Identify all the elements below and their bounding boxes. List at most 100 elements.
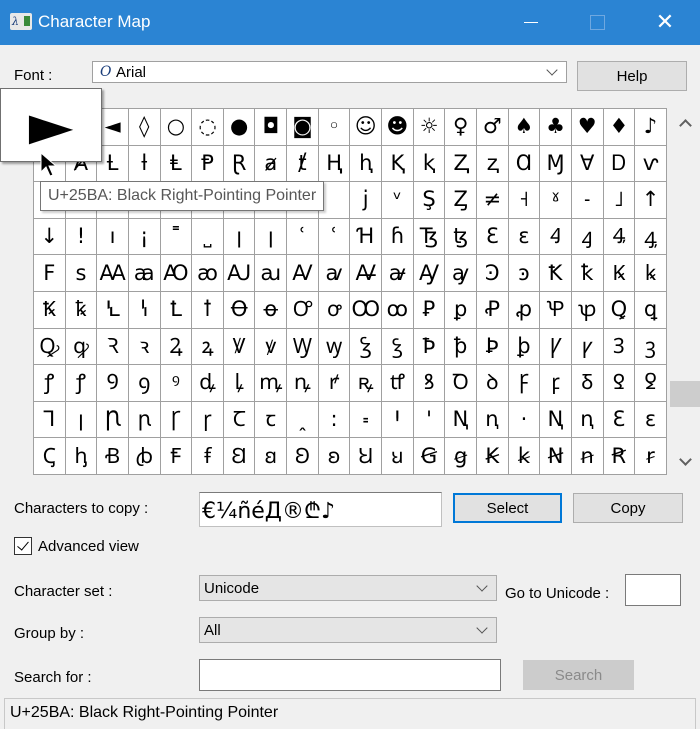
character-cell[interactable]: ɛ: [508, 218, 541, 256]
character-cell[interactable]: ꞣ: [508, 438, 541, 475]
copy-button[interactable]: Copy: [573, 493, 683, 523]
character-cell[interactable]: Ꞛ: [223, 438, 256, 475]
character-cell[interactable]: Ꝏ: [350, 291, 383, 329]
character-cell[interactable]: ꝺ: [476, 365, 509, 402]
character-cell[interactable]: Ꜷ: [223, 255, 256, 292]
character-cell[interactable]: Ꝅ: [34, 291, 66, 329]
character-cell[interactable]: Ɦ: [350, 218, 383, 256]
character-cell[interactable]: Ꝟ: [223, 328, 256, 366]
character-cell[interactable]: ⱱ: [635, 145, 667, 183]
character-cell[interactable]: ꜹ: [318, 255, 351, 292]
character-cell[interactable]: ↓: [34, 218, 66, 256]
character-cell[interactable]: Ꜽ: [413, 255, 446, 292]
character-cell[interactable]: Ꜭ: [540, 218, 572, 256]
character-cell[interactable]: ɛ: [635, 401, 667, 439]
character-cell[interactable]: Ꞃ: [97, 401, 129, 439]
character-cell[interactable]: j: [350, 182, 383, 219]
advanced-view-label[interactable]: Advanced view: [38, 538, 139, 555]
character-cell[interactable]: Ꞧ: [603, 438, 636, 475]
character-cell[interactable]: Ꞗ: [97, 438, 129, 475]
scroll-down-button[interactable]: [676, 452, 694, 470]
font-dropdown[interactable]: O Arial: [92, 61, 567, 83]
character-cell[interactable]: Ꝝ: [160, 328, 193, 366]
character-cell[interactable]: Ꝥ: [413, 328, 446, 366]
character-cell[interactable]: Ꜯ: [603, 218, 636, 256]
character-cell[interactable]: ꜩ: [445, 218, 477, 256]
character-grid[interactable]: ►◄◊○◌●◘◙◦☺☻☼♀♂♠♣♥♦♪ȺȽƚⱠⱣⱤⱥⱦⱧⱨⱩⱪⱫⱬⱭⱮⱯᎠⱱʼj…: [33, 108, 667, 475]
character-cell[interactable]: ◊: [128, 109, 161, 146]
character-cell[interactable]: ꞑ: [571, 401, 604, 439]
minimize-button[interactable]: [508, 0, 554, 45]
character-cell[interactable]: ↑: [635, 182, 667, 219]
character-cell[interactable]: ꝅ: [65, 291, 98, 329]
character-cell[interactable]: ꞁ: [255, 218, 288, 256]
character-cell[interactable]: ☻: [382, 109, 414, 146]
character-cell[interactable]: ꜱ: [65, 255, 98, 292]
character-cell[interactable]: ꞟ: [382, 438, 414, 475]
character-cell[interactable]: Ꞥ: [540, 438, 572, 475]
character-cell[interactable]: ꞁ: [65, 401, 98, 439]
character-cell[interactable]: ꝑ: [445, 291, 477, 329]
character-set-dropdown[interactable]: Unicode: [199, 575, 497, 601]
character-cell[interactable]: ☺: [350, 109, 383, 146]
character-cell[interactable]: Ꜿ: [476, 255, 509, 292]
character-cell[interactable]: ꝲ: [223, 365, 256, 402]
character-cell[interactable]: Ɽ: [223, 145, 256, 183]
character-cell[interactable]: Ꞑ: [445, 401, 477, 439]
character-cell[interactable]: ꜳ: [128, 255, 161, 292]
character-cell[interactable]: ꞁ: [223, 218, 256, 256]
character-cell[interactable]: ꞈ: [287, 401, 319, 439]
character-cell[interactable]: ꝷ: [382, 365, 414, 402]
character-cell[interactable]: ꝰ: [160, 365, 193, 402]
character-cell[interactable]: ꝭ: [65, 365, 98, 402]
character-cell[interactable]: ꝿ: [635, 365, 667, 402]
character-cell[interactable]: Ꞌ: [382, 401, 414, 439]
character-cell[interactable]: Ꜻ: [350, 255, 383, 292]
character-cell[interactable]: ꞡ: [445, 438, 477, 475]
character-cell[interactable]: ꜭ: [571, 218, 604, 256]
character-cell[interactable]: Ꝯ: [97, 365, 129, 402]
character-cell[interactable]: ꜿ: [508, 255, 541, 292]
character-cell[interactable]: Ꝃ: [603, 255, 636, 292]
character-cell[interactable]: ꝡ: [318, 328, 351, 366]
character-cell[interactable]: ꞧ: [635, 438, 667, 475]
character-cell[interactable]: ꝉ: [192, 291, 224, 329]
character-cell[interactable]: ♪: [635, 109, 667, 146]
character-cell[interactable]: ꝼ: [540, 365, 572, 402]
character-cell[interactable]: Ꝛ: [97, 328, 129, 366]
character-cell[interactable]: ꞕ: [65, 438, 98, 475]
character-cell[interactable]: ˭: [160, 218, 193, 256]
character-cell[interactable]: Ꝺ: [445, 365, 477, 402]
character-cell[interactable]: ○: [160, 109, 193, 146]
character-cell[interactable]: ◙: [287, 109, 319, 146]
character-cell[interactable]: ˗: [571, 182, 604, 219]
character-cell[interactable]: ꝯ: [128, 365, 161, 402]
character-cell[interactable]: Ꝼ: [508, 365, 541, 402]
character-cell[interactable]: ⱦ: [287, 145, 319, 183]
character-cell[interactable]: Ꝑ: [413, 291, 446, 329]
character-cell[interactable]: Ꝧ: [476, 328, 509, 366]
character-cell[interactable]: ●: [223, 109, 256, 146]
character-cell[interactable]: Ⱬ: [445, 145, 477, 183]
character-cell[interactable]: Ꝇ: [97, 291, 129, 329]
character-cell[interactable]: ꞥ: [571, 438, 604, 475]
character-cell[interactable]: Ꞁ: [34, 401, 66, 439]
character-cell[interactable]: ꝵ: [318, 365, 351, 402]
character-cell[interactable]: ꝭ: [34, 365, 66, 402]
characters-to-copy-input[interactable]: €¼ñéД®₾♪: [199, 492, 442, 527]
character-cell[interactable]: ꝁ: [571, 255, 604, 292]
character-cell[interactable]: ꝛ: [128, 328, 161, 366]
character-cell[interactable]: Ꝉ: [160, 291, 193, 329]
character-cell[interactable]: ˩: [603, 182, 636, 219]
character-cell[interactable]: ꝃ: [635, 255, 667, 292]
character-cell[interactable]: ꝓ: [508, 291, 541, 329]
character-cell[interactable]: Ꝍ: [287, 291, 319, 329]
advanced-view-checkbox[interactable]: [14, 537, 32, 555]
character-cell[interactable]: ꞗ: [128, 438, 161, 475]
character-cell[interactable]: ◘: [255, 109, 288, 146]
character-cell[interactable]: Ꞡ: [413, 438, 446, 475]
character-cell[interactable]: Ꞇ: [223, 401, 256, 439]
select-button[interactable]: Select: [453, 493, 562, 523]
character-cell[interactable]: ꝩ: [571, 328, 604, 366]
character-cell[interactable]: ⱪ: [413, 145, 446, 183]
